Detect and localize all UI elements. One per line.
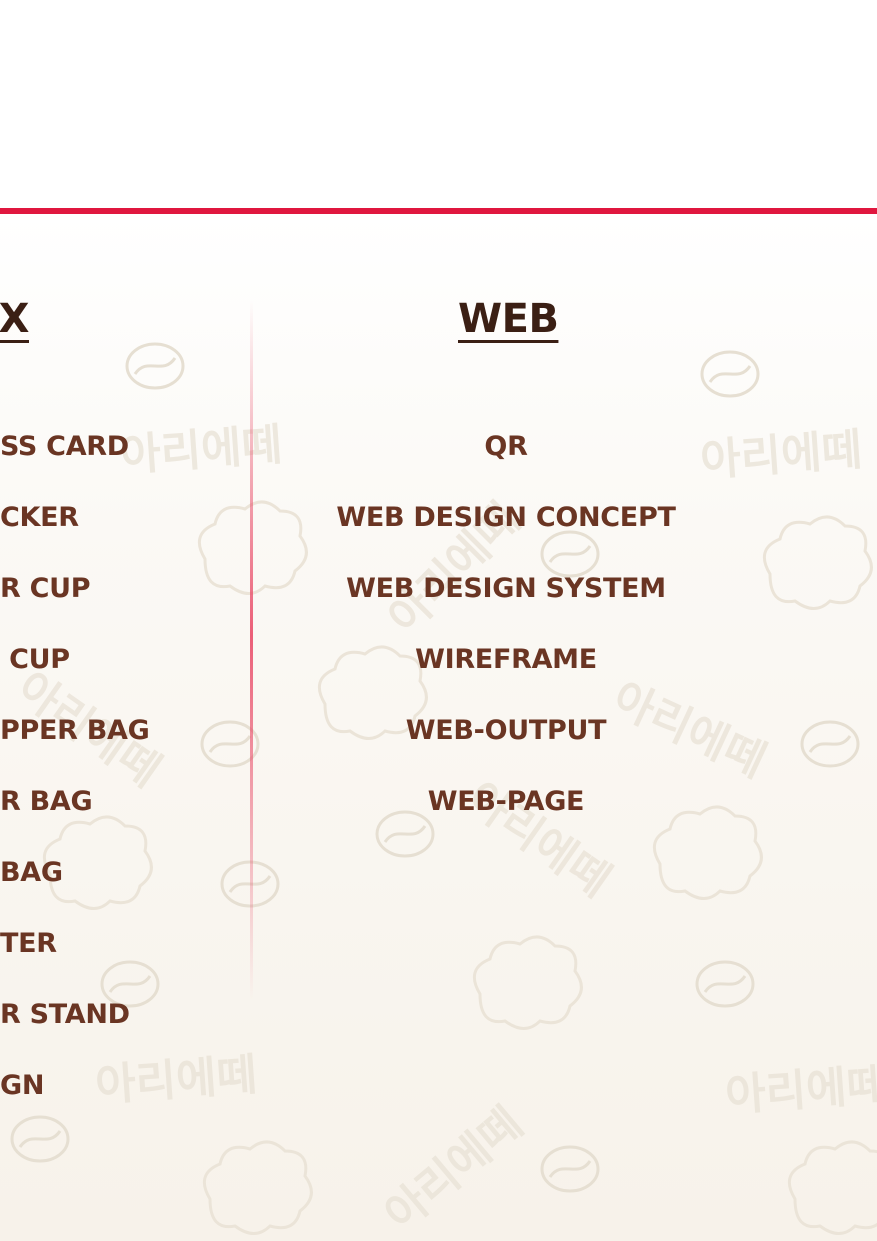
web-list-item-design-system: WEB DESIGN SYSTEM [346,573,666,604]
watermark-text: 아리에떼 [698,424,864,487]
watermark-text: 아리에떼 [93,1049,259,1112]
watermark-text: 아리에떼 [118,419,284,482]
left-list-item: GN [0,1070,45,1101]
left-list-item: CUP [0,644,70,675]
sheep-doodle-icon [202,1140,313,1235]
web-list-item-design-concept: WEB DESIGN CONCEPT [336,502,676,533]
coffee-bean-icon [125,342,185,390]
watermark-text: 아리에떼 [375,1097,533,1241]
left-list-item: TER [0,928,57,959]
web-list-item-web-page: WEB-PAGE [427,786,585,817]
column-divider [250,300,253,1000]
watermark-text: 아리에떼 [723,1059,877,1122]
coffee-bean-icon [700,350,760,398]
left-list-item: PPER BAG [0,715,150,746]
header-blank-area [0,0,877,208]
sheep-doodle-icon [762,515,873,610]
left-list-item: R CUP [0,573,91,604]
web-list-item-qr: QR [484,431,528,462]
left-list-item: CKER [0,502,79,533]
left-list-item: R STAND [0,999,130,1030]
left-column-heading: X [0,296,30,342]
web-list-item-wireframe: WIREFRAME [415,644,597,675]
sheep-doodle-icon [472,935,583,1030]
coffee-bean-icon [540,1145,600,1193]
coffee-bean-icon [10,1115,70,1163]
coffee-bean-icon [695,960,755,1008]
left-list-item: SS CARD [0,431,129,462]
web-column-heading: WEB [458,296,559,342]
web-list-item-web-output: WEB-OUTPUT [405,715,607,746]
sheep-doodle-icon [787,1140,877,1235]
left-list-item: R BAG [0,786,93,817]
coffee-bean-icon [800,720,860,768]
left-list-item: BAG [0,857,63,888]
